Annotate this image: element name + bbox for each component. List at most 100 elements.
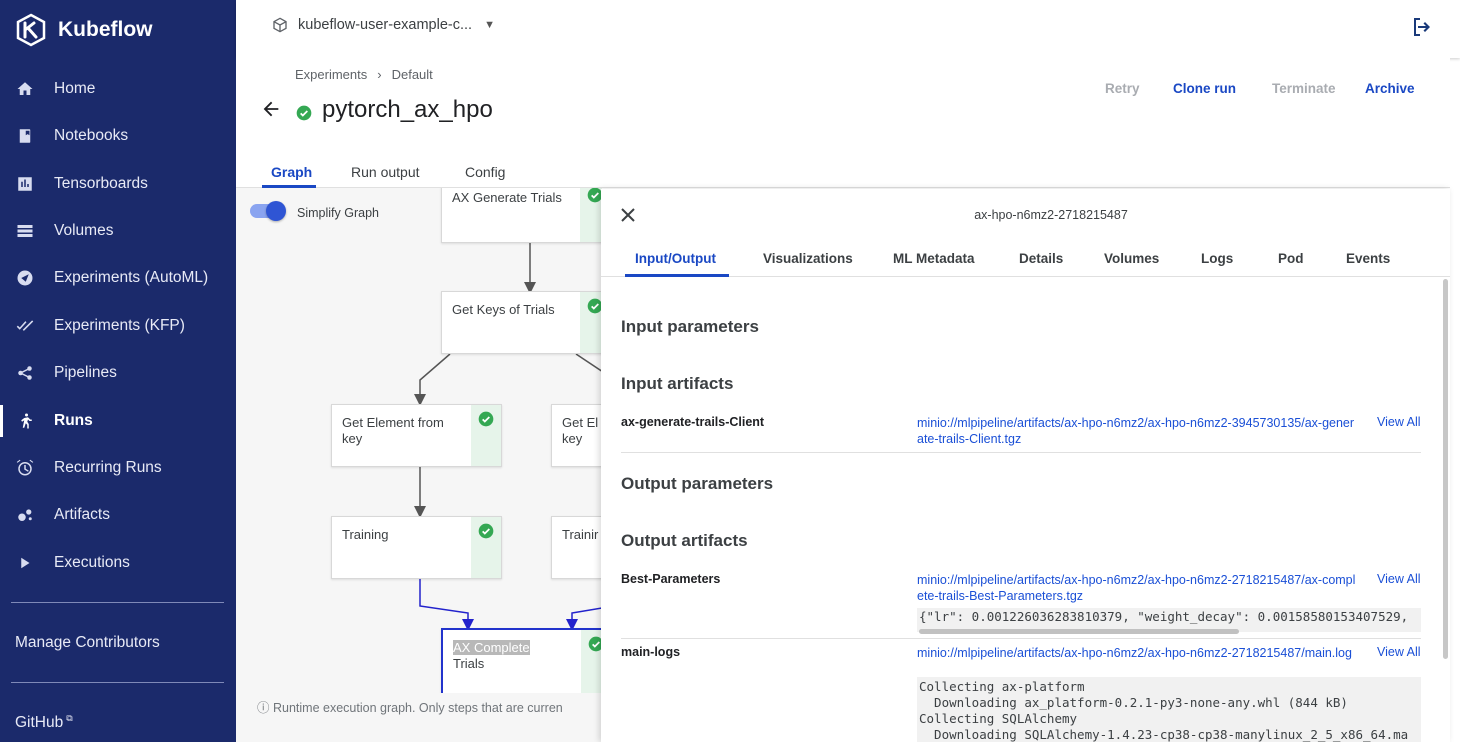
sidebar-item-label: Artifacts <box>54 506 110 523</box>
sidebar-item-runs[interactable]: Runs <box>0 401 236 441</box>
panel-title: ax-hpo-n6mz2-2718215487 <box>974 208 1128 222</box>
sidebar-divider <box>11 602 224 603</box>
view-all-link[interactable]: View All <box>1377 415 1421 429</box>
sidebar-item-home[interactable]: Home <box>0 69 236 109</box>
input-artifact-link[interactable]: minio://mlpipeline/artifacts/ax-hpo-n6mz… <box>917 415 1357 447</box>
tab-pod[interactable]: Pod <box>1278 251 1304 266</box>
node-details-panel: ax-hpo-n6mz2-2718215487 Input/Output Vis… <box>601 189 1450 742</box>
tab-ml-metadata[interactable]: ML Metadata <box>893 251 975 266</box>
edge <box>566 607 602 631</box>
input-artifacts-heading: Input artifacts <box>621 374 734 393</box>
pipeline-icon <box>16 364 34 382</box>
horizontal-scrollbar[interactable] <box>919 629 1239 634</box>
edge <box>414 353 451 406</box>
breadcrumb-separator: › <box>377 67 382 82</box>
tab-volumes[interactable]: Volumes <box>1104 251 1159 266</box>
sidebar-item-tensorboards[interactable]: Tensorboards <box>0 164 236 204</box>
home-icon <box>16 80 34 98</box>
external-link-icon: ⧉ <box>66 713 73 723</box>
sidebar-item-experiments-kfp[interactable]: Experiments (KFP) <box>0 306 236 346</box>
info-icon: ⓘ <box>257 701 270 715</box>
graph-node-ax-generate[interactable]: AX Generate Trials <box>441 188 602 243</box>
tab-input-output[interactable]: Input/Output <box>635 251 716 266</box>
view-all-link[interactable]: View All <box>1377 572 1421 586</box>
sidebar-item-artifacts[interactable]: Artifacts <box>0 495 236 535</box>
archive-button[interactable]: Archive <box>1365 81 1415 96</box>
namespace-name: kubeflow-user-example-c... <box>298 17 473 33</box>
back-arrow-icon[interactable] <box>260 98 282 120</box>
edge <box>575 353 602 373</box>
sidebar-item-label: Experiments (KFP) <box>54 317 185 334</box>
sidebar-item-label: Volumes <box>54 222 114 239</box>
brand[interactable]: Kubeflow <box>0 0 236 60</box>
graph-node-get-keys[interactable]: Get Keys of Trials <box>441 291 602 354</box>
graph-node-get-element[interactable]: Get Element from key <box>331 404 502 467</box>
status-success-icon <box>296 105 312 121</box>
output-artifact-link[interactable]: minio://mlpipeline/artifacts/ax-hpo-n6mz… <box>917 645 1357 661</box>
node-status <box>471 405 501 466</box>
clone-run-button[interactable]: Clone run <box>1173 81 1236 96</box>
notebook-icon <box>16 127 34 145</box>
node-status <box>580 188 602 242</box>
graph-node-ax-complete[interactable]: AX Complete Trials <box>441 628 602 698</box>
output-artifact-link[interactable]: minio://mlpipeline/artifacts/ax-hpo-n6mz… <box>917 572 1357 604</box>
node-label-line-1: AX Complete <box>453 640 530 655</box>
kubeflow-logo-icon <box>16 13 46 47</box>
node-status <box>580 292 602 353</box>
tab-events[interactable]: Events <box>1346 251 1390 266</box>
vertical-scrollbar[interactable] <box>1443 279 1448 659</box>
sidebar-item-label: Experiments (AutoML) <box>54 269 209 286</box>
check-circle-icon <box>587 298 602 314</box>
tab-details[interactable]: Details <box>1019 251 1063 266</box>
sidebar-item-recurring-runs[interactable]: Recurring Runs <box>0 448 236 488</box>
node-label-line-2: Trials <box>453 656 485 671</box>
tab-run-output[interactable]: Run output <box>351 164 420 180</box>
tab-graph[interactable]: Graph <box>271 164 312 180</box>
sidebar: Kubeflow Home Notebooks Tensorboards Vol… <box>0 0 236 742</box>
sidebar-item-notebooks[interactable]: Notebooks <box>0 116 236 156</box>
graph-node-get-element-2[interactable]: Get El key <box>551 404 602 467</box>
input-parameters-heading: Input parameters <box>621 317 759 336</box>
graph-node-training-2[interactable]: Trainir <box>551 516 602 579</box>
input-artifact-name: ax-generate-trails-Client <box>621 415 765 429</box>
breadcrumb-default[interactable]: Default <box>392 67 433 82</box>
sidebar-item-executions[interactable]: Executions <box>0 543 236 583</box>
github-label: GitHub <box>15 714 64 732</box>
node-status <box>471 517 501 578</box>
namespace-box-icon <box>273 17 287 33</box>
check-circle-icon <box>478 523 494 539</box>
edge <box>419 579 474 631</box>
breadcrumb-experiments[interactable]: Experiments <box>295 67 367 82</box>
retry-button[interactable]: Retry <box>1105 81 1140 96</box>
manage-contributors-link[interactable]: Manage Contributors <box>15 634 160 652</box>
brand-name: Kubeflow <box>58 18 153 41</box>
terminate-button[interactable]: Terminate <box>1272 81 1336 96</box>
namespace-selector[interactable]: kubeflow-user-example-c... ▼ <box>272 17 495 33</box>
tab-visualizations[interactable]: Visualizations <box>763 251 853 266</box>
view-all-link[interactable]: View All <box>1377 645 1421 659</box>
run-graph[interactable]: Simplify Graph AX Generate Trials Get Ke… <box>236 188 602 742</box>
sidebar-item-label: Recurring Runs <box>54 459 162 476</box>
log-preview: Collecting ax-platform Downloading ax_pl… <box>917 677 1421 742</box>
chart-icon <box>16 175 34 193</box>
sidebar-item-experiments-automl[interactable]: Experiments (AutoML) <box>0 258 236 298</box>
check-circle-icon <box>588 636 602 652</box>
chevron-down-icon: ▼ <box>484 19 495 31</box>
graph-node-training[interactable]: Training <box>331 516 502 579</box>
tab-active-indicator <box>625 274 729 277</box>
tab-logs[interactable]: Logs <box>1201 251 1233 266</box>
github-link[interactable]: GitHub ⧉ <box>15 713 73 732</box>
node-label: Training <box>342 527 389 542</box>
node-label: AX Generate Trials <box>452 190 562 205</box>
check-icon <box>16 317 34 335</box>
tab-config[interactable]: Config <box>465 164 505 180</box>
node-label: Trainir <box>562 527 599 542</box>
sidebar-item-volumes[interactable]: Volumes <box>0 211 236 251</box>
simplify-graph-toggle[interactable] <box>250 201 286 221</box>
output-artifact-name: Best-Parameters <box>621 572 721 586</box>
footnote-text: Runtime execution graph. Only steps that… <box>273 701 563 715</box>
node-status <box>581 630 602 696</box>
sidebar-item-pipelines[interactable]: Pipelines <box>0 353 236 393</box>
logout-icon[interactable] <box>1410 15 1434 39</box>
artifact-icon <box>16 506 34 524</box>
